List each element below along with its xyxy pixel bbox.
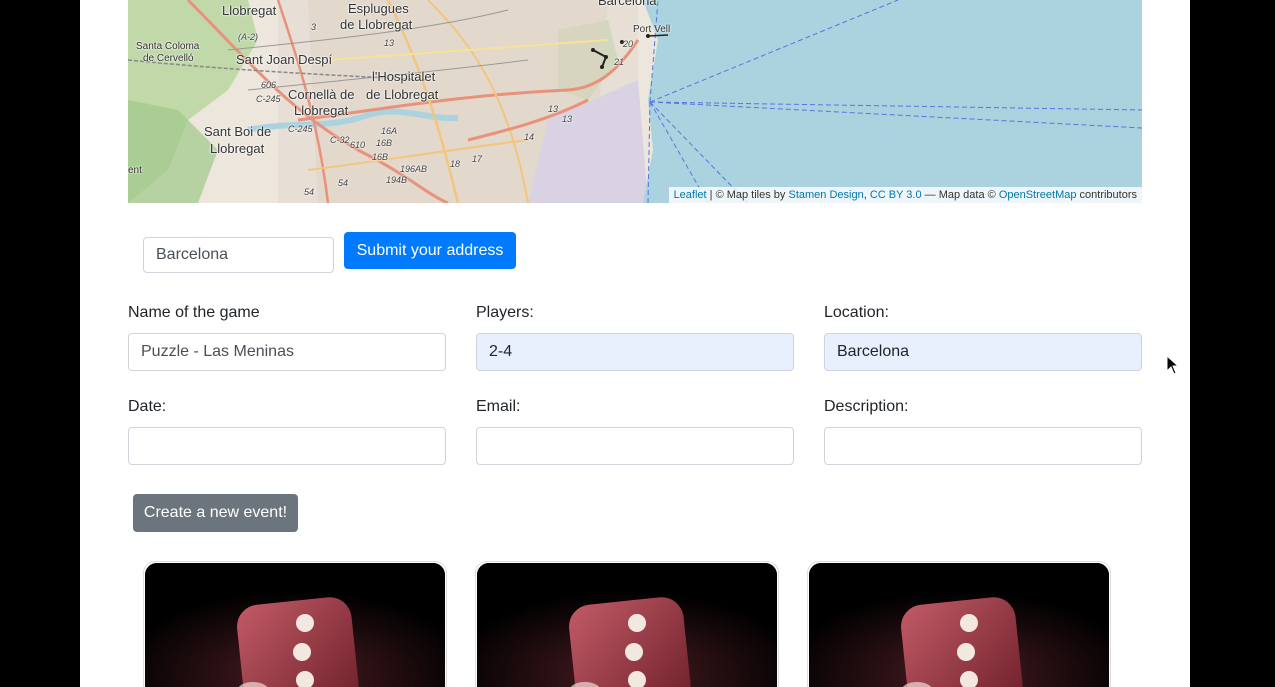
- red-dice-image: [477, 563, 777, 687]
- road-label-17: 17: [472, 154, 483, 164]
- road-label-18: 18: [450, 159, 461, 169]
- road-label-c32: C-32: [330, 135, 350, 145]
- map-label-cornella: Cornellà de: [288, 87, 355, 102]
- address-input[interactable]: [143, 237, 334, 273]
- road-label-13a: 13: [384, 38, 395, 48]
- players-label: Players:: [476, 304, 534, 321]
- road-label-a2: (A-2): [238, 32, 258, 42]
- road-label-606: 606: [261, 80, 277, 90]
- road-label-14: 14: [524, 132, 535, 142]
- road-label-13c: 13: [562, 114, 573, 124]
- road-label-610: 610: [350, 140, 366, 150]
- osm-link[interactable]: OpenStreetMap: [999, 189, 1077, 201]
- road-label-196ab: 196AB: [400, 164, 428, 174]
- map-label-de-llobregat: de Llobregat: [340, 17, 413, 32]
- map-label-barcelona: Barcelona: [598, 0, 657, 8]
- name-of-game-input[interactable]: [128, 333, 446, 371]
- mouse-cursor-icon: [1166, 355, 1180, 375]
- page-container: Llobregat Esplugues de Llobregat Barcelo…: [80, 0, 1190, 687]
- road-label-20: 20: [623, 39, 634, 49]
- date-label: Date:: [128, 398, 167, 415]
- submit-address-button[interactable]: Submit your address: [344, 232, 516, 269]
- players-input[interactable]: [476, 333, 794, 371]
- map-label-sant-boi: Sant Boi de: [204, 124, 272, 139]
- road-label-21: 21: [614, 57, 625, 67]
- location-label: Location:: [824, 304, 889, 321]
- road-label-c245-2: C-245: [288, 124, 313, 134]
- map-label-llobregat-mid: Llobregat: [294, 103, 349, 118]
- road-label-c245: C-245: [256, 94, 281, 104]
- email-label: Email:: [476, 398, 521, 415]
- attribution-text: | © Map tiles by: [706, 189, 789, 201]
- map-label-esplugues: Esplugues: [348, 1, 409, 16]
- map-label-llobregat-low: Llobregat: [210, 141, 265, 156]
- event-card[interactable]: [475, 561, 779, 687]
- name-of-game-label: Name of the game: [128, 304, 260, 321]
- event-card[interactable]: [143, 561, 447, 687]
- road-label-54: 54: [304, 187, 315, 197]
- location-input[interactable]: [824, 333, 1142, 371]
- attribution-end: contributors: [1076, 189, 1137, 201]
- red-dice-image: [809, 563, 1109, 687]
- create-event-button[interactable]: Create a new event!: [133, 494, 298, 532]
- description-label: Description:: [824, 398, 909, 415]
- date-input[interactable]: [128, 427, 446, 465]
- map[interactable]: Llobregat Esplugues de Llobregat Barcelo…: [128, 0, 1142, 203]
- attribution-mid: — Map data ©: [921, 189, 999, 201]
- leaflet-link[interactable]: Leaflet: [674, 189, 707, 201]
- stamen-link[interactable]: Stamen Design: [788, 189, 863, 201]
- map-label-ent: ent: [128, 165, 142, 176]
- map-label-llobregat: Llobregat: [222, 3, 277, 18]
- map-attribution: Leaflet | © Map tiles by Stamen Design, …: [668, 187, 1142, 203]
- description-input[interactable]: [824, 427, 1142, 465]
- map-label-sant-joan-despi: Sant Joan Despí: [236, 52, 333, 67]
- red-dice-image: [145, 563, 445, 687]
- road-label-3: 3: [311, 22, 317, 32]
- road-label-54-2: 54: [338, 178, 349, 188]
- map-label-de-cervello: de Cervelló: [143, 53, 194, 64]
- map-label-port-vell: Port Vell: [633, 24, 671, 35]
- road-label-13b: 13: [548, 104, 559, 114]
- road-label-16b: 16B: [376, 138, 393, 148]
- ccby-link[interactable]: CC BY 3.0: [870, 189, 922, 201]
- map-label-lhospitalet: l'Hospitalet: [372, 69, 436, 84]
- road-label-16b-2: 16B: [372, 152, 389, 162]
- map-label-de-llobregat-2: de Llobregat: [366, 87, 439, 102]
- event-card[interactable]: [807, 561, 1111, 687]
- email-input[interactable]: [476, 427, 794, 465]
